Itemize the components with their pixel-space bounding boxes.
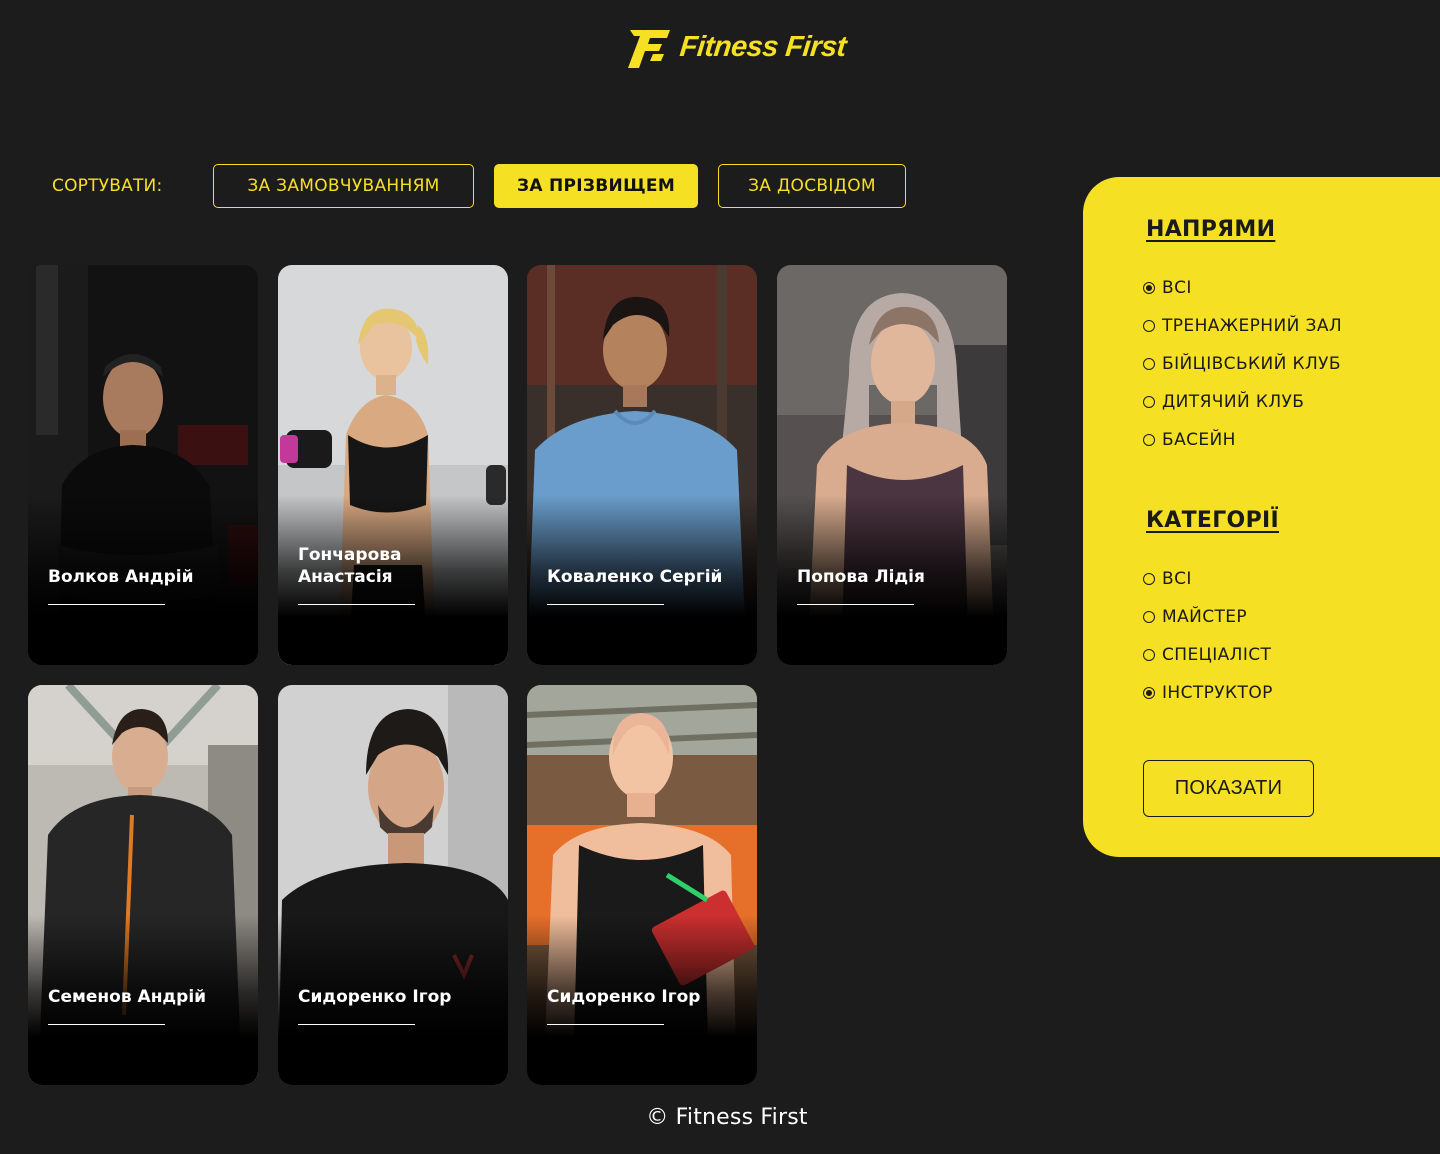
category-option-specialist[interactable]: СПЕЦІАЛІСТ [1143,644,1271,666]
option-label: СПЕЦІАЛІСТ [1162,645,1272,665]
name-underline [298,604,415,605]
radio-icon[interactable] [1143,358,1155,370]
trainer-name: Гончарова Анастасія [298,545,402,587]
name-underline [797,604,914,605]
radio-checked-icon[interactable] [1143,687,1155,699]
show-button[interactable]: ПОКАЗАТИ [1143,760,1314,817]
trainer-card[interactable]: Волков Андрій [28,265,258,665]
trainer-card[interactable]: Сидоренко Ігор [527,685,757,1085]
logo-text: Fitness First [678,31,848,63]
trainer-card[interactable]: Гончарова Анастасія [278,265,508,665]
option-label: ІНСТРУКТОР [1162,683,1273,703]
name-underline [48,604,165,605]
trainer-card[interactable]: Коваленко Сергій [527,265,757,665]
radio-icon[interactable] [1143,611,1155,623]
sort-default-button[interactable]: ЗА ЗАМОВЧУВАННЯМ [213,164,474,208]
trainer-card[interactable]: Сидоренко Ігор [278,685,508,1085]
option-label: ВСІ [1162,569,1192,589]
sort-label: СОРТУВАТИ: [52,176,163,196]
trainer-name: Семенов Андрій [48,987,207,1007]
trainer-card[interactable]: Попова Лідія [777,265,1007,665]
filter-panel: НАПРЯМИ ВСІ ТРЕНАЖЕРНИЙ ЗАЛ БІЙЦІВСЬКИЙ … [1083,177,1440,857]
footer-copyright: © Fitness First [646,1105,808,1130]
radio-icon[interactable] [1143,434,1155,446]
sort-experience-button[interactable]: ЗА ДОСВІДОМ [718,164,906,208]
option-label: МАЙСТЕР [1162,607,1248,627]
trainer-name: Сидоренко Ігор [298,987,452,1007]
option-label: БІЙЦІВСЬКИЙ КЛУБ [1162,354,1341,374]
sort-surname-button[interactable]: ЗА ПРІЗВИЩЕМ [494,164,698,208]
directions-heading: НАПРЯМИ [1146,217,1276,242]
trainer-name: Коваленко Сергій [547,567,723,587]
fitness-first-logo-icon [628,30,670,68]
direction-option-fight-club[interactable]: БІЙЦІВСЬКИЙ КЛУБ [1143,353,1341,375]
category-option-instructor[interactable]: ІНСТРУКТОР [1143,682,1273,704]
category-option-master[interactable]: МАЙСТЕР [1143,606,1247,628]
direction-option-gym[interactable]: ТРЕНАЖЕРНИЙ ЗАЛ [1143,315,1342,337]
radio-icon[interactable] [1143,396,1155,408]
radio-checked-icon[interactable] [1143,282,1155,294]
direction-option-kids-club[interactable]: ДИТЯЧИЙ КЛУБ [1143,391,1304,413]
direction-option-all[interactable]: ВСІ [1143,277,1192,299]
radio-icon[interactable] [1143,320,1155,332]
trainer-name: Волков Андрій [48,567,194,587]
radio-icon[interactable] [1143,573,1155,585]
option-label: ВСІ [1162,278,1192,298]
logo[interactable]: Fitness First [626,26,848,68]
trainer-name: Попова Лідія [797,567,925,587]
category-option-all[interactable]: ВСІ [1143,568,1192,590]
trainer-card[interactable]: Семенов Андрій [28,685,258,1085]
name-underline [298,1024,415,1025]
option-label: БАСЕЙН [1162,430,1236,450]
option-label: ТРЕНАЖЕРНИЙ ЗАЛ [1162,316,1343,336]
name-underline [48,1024,165,1025]
trainer-name: Сидоренко Ігор [547,987,701,1007]
categories-heading: КАТЕГОРІЇ [1146,508,1279,533]
option-label: ДИТЯЧИЙ КЛУБ [1162,392,1305,412]
name-underline [547,1024,664,1025]
name-underline [547,604,664,605]
radio-icon[interactable] [1143,649,1155,661]
direction-option-pool[interactable]: БАСЕЙН [1143,429,1236,451]
